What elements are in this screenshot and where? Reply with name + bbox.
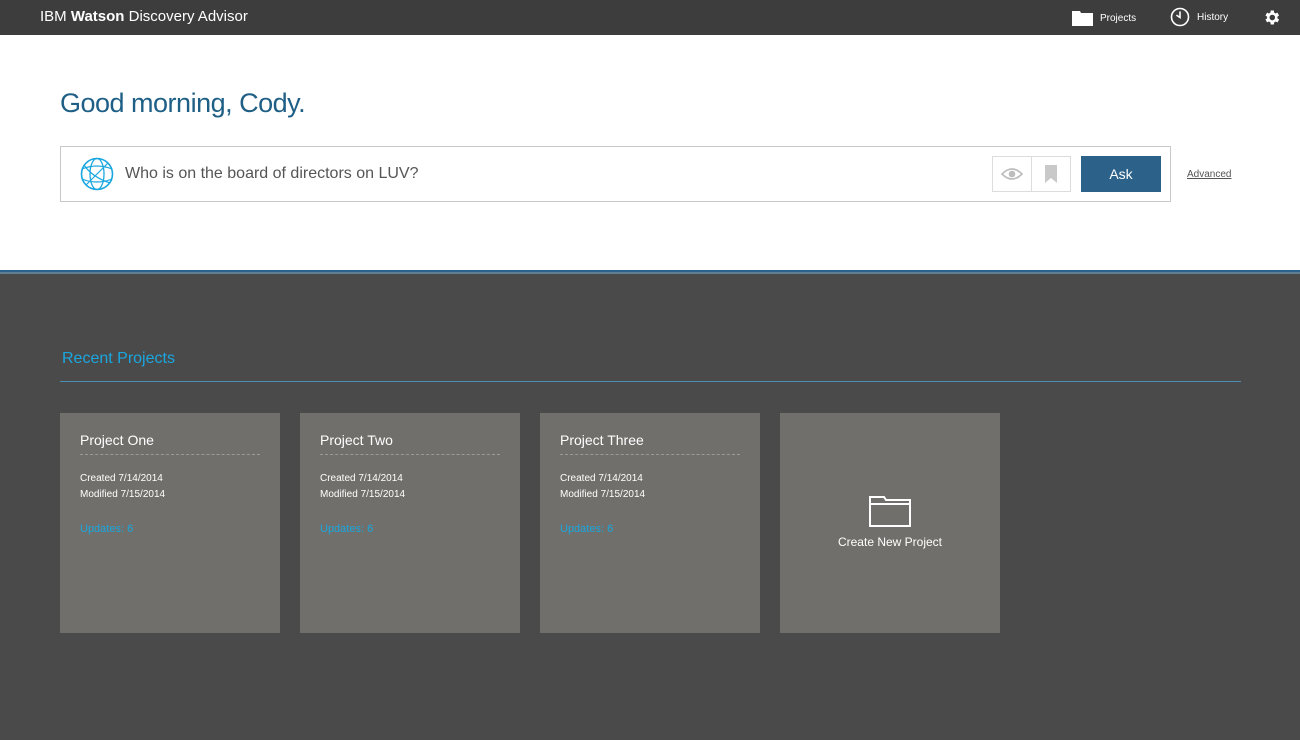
project-divider <box>560 454 740 455</box>
project-card[interactable]: Project One Created 7/14/2014 Modified 7… <box>60 413 280 633</box>
project-card[interactable]: Project Two Created 7/14/2014 Modified 7… <box>300 413 520 633</box>
brand-prefix: IBM <box>40 8 67 25</box>
project-modified: Modified 7/15/2014 <box>560 489 646 500</box>
clock-icon <box>1170 7 1190 27</box>
nav-projects-label: Projects <box>1100 12 1137 24</box>
create-project-label: Create New Project <box>837 535 943 549</box>
recent-projects-title: Recent Projects <box>62 350 175 367</box>
project-name: Project Two <box>320 432 393 448</box>
folder-icon <box>1072 11 1093 26</box>
folder-icon <box>869 496 911 527</box>
brand-suffix: Discovery Advisor <box>128 8 248 25</box>
eye-icon <box>1001 168 1023 180</box>
project-modified: Modified 7/15/2014 <box>80 489 166 500</box>
project-divider <box>320 454 500 455</box>
app-title: IBM Watson Discovery Advisor <box>40 8 248 25</box>
section-divider <box>0 272 1300 274</box>
project-created: Created 7/14/2014 <box>320 473 403 484</box>
top-bar: IBM Watson Discovery Advisor Projects Hi… <box>0 0 1300 35</box>
project-created: Created 7/14/2014 <box>80 473 163 484</box>
project-card[interactable]: Project Three Created 7/14/2014 Modified… <box>540 413 760 633</box>
ask-button[interactable]: Ask <box>1081 156 1161 192</box>
project-updates-link[interactable]: Updates: 6 <box>560 523 613 535</box>
search-bar: Ask <box>60 146 1171 202</box>
project-updates-link[interactable]: Updates: 6 <box>320 523 373 535</box>
advanced-search-link[interactable]: Advanced <box>1187 169 1231 180</box>
gear-icon[interactable] <box>1262 8 1281 27</box>
project-updates-link[interactable]: Updates: 6 <box>80 523 133 535</box>
bookmark-icon <box>1045 165 1057 183</box>
nav-history-label: History <box>1197 11 1229 23</box>
create-project-card[interactable]: Create New Project <box>780 413 1000 633</box>
project-modified: Modified 7/15/2014 <box>320 489 406 500</box>
watch-button[interactable] <box>992 156 1032 192</box>
globe-icon <box>80 157 114 191</box>
nav-history[interactable]: History <box>1170 7 1228 27</box>
search-input[interactable] <box>125 161 975 187</box>
project-divider <box>80 454 260 455</box>
project-created: Created 7/14/2014 <box>560 473 643 484</box>
brand-bold: Watson <box>70 8 125 25</box>
project-name: Project One <box>80 432 154 448</box>
greeting-heading: Good morning, Cody. <box>60 88 306 118</box>
bookmark-button[interactable] <box>1031 156 1071 192</box>
recent-projects-rule <box>60 381 1241 382</box>
project-name: Project Three <box>560 432 644 448</box>
nav-projects[interactable]: Projects <box>1072 8 1136 28</box>
